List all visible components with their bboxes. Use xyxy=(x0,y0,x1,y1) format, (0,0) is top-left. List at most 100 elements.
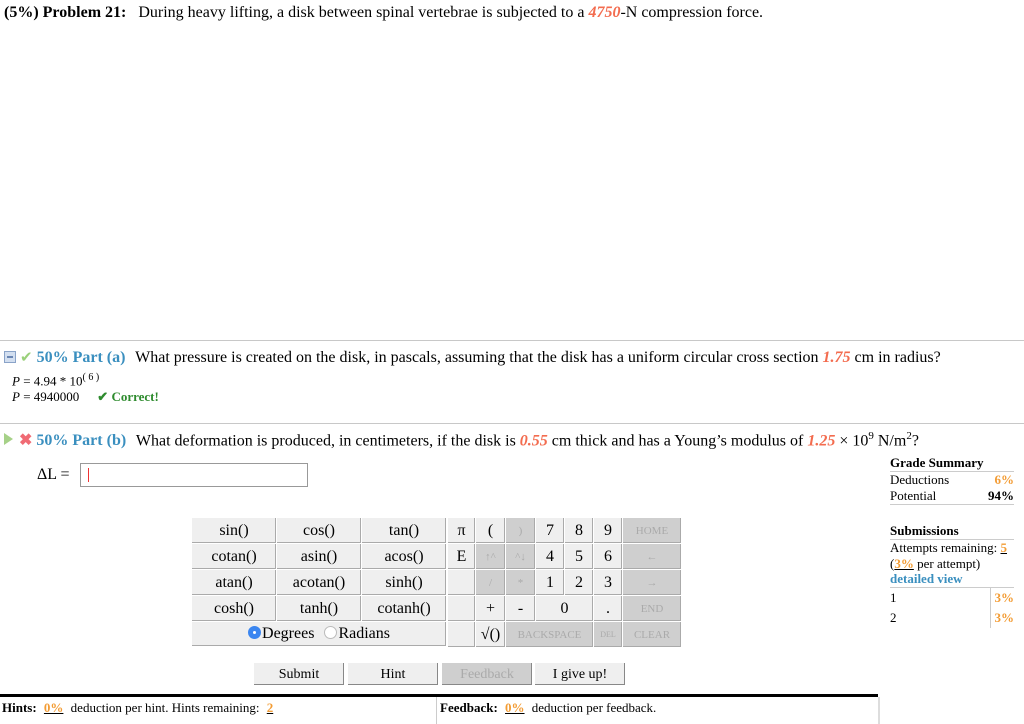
number-keypad: π ( ) 7 8 9 HOME E ↑^ ^↓ 4 5 6 ← / * 1 2… xyxy=(447,517,682,648)
key-6[interactable]: 6 xyxy=(593,543,623,570)
collapse-icon[interactable] xyxy=(4,351,16,363)
key-down[interactable]: ^↓ xyxy=(505,543,536,570)
part-b-unit: × 10 xyxy=(835,432,869,450)
answer-input[interactable] xyxy=(80,463,308,487)
degrees-label[interactable]: Degrees xyxy=(262,625,314,642)
key-plus[interactable]: + xyxy=(475,595,506,622)
answer-exponent: ( 6 ) xyxy=(82,372,100,383)
key-up[interactable]: ↑^ xyxy=(475,543,506,570)
key-backspace[interactable]: BACKSPACE xyxy=(505,621,594,648)
attempts-remaining: Attempts remaining: 5 xyxy=(890,540,1014,556)
hint-button[interactable]: Hint xyxy=(347,662,439,686)
key-dot[interactable]: . xyxy=(593,595,623,622)
part-b-unit2: N/m xyxy=(873,432,907,450)
key-minus[interactable]: - xyxy=(505,595,536,622)
feedback-percent: 0% xyxy=(505,700,525,715)
radius-value: 1.75 xyxy=(822,349,851,366)
part-a-header: ✔ 50% Part (a) What pressure is created o… xyxy=(4,348,941,367)
key-cos[interactable]: cos() xyxy=(276,517,362,544)
cross-icon: ✖ xyxy=(19,432,33,450)
detailed-view-link[interactable]: detailed view xyxy=(890,571,1014,588)
submit-button[interactable]: Submit xyxy=(253,662,345,686)
feedback-button[interactable]: Feedback xyxy=(441,662,533,686)
feedback-info: Feedback: 0% deduction per feedback. xyxy=(440,700,656,716)
delta-l-label: ΔL = xyxy=(37,466,70,483)
part-b-label: 50% Part (b) xyxy=(36,432,127,450)
key-del[interactable]: DEL xyxy=(593,621,623,648)
key-rparen[interactable]: ) xyxy=(505,517,536,544)
per-attempt-label: per attempt) xyxy=(913,556,981,571)
per-attempt: (3% per attempt) xyxy=(890,556,1014,571)
key-acotan[interactable]: acotan() xyxy=(276,569,362,596)
expand-icon[interactable] xyxy=(4,433,13,446)
hints-label: Hints: xyxy=(2,700,37,715)
divider xyxy=(0,423,1024,424)
key-9[interactable]: 9 xyxy=(593,517,623,544)
problem-statement: (5%) Problem 21: During heavy lifting, a… xyxy=(4,4,763,22)
answer-variable: P xyxy=(12,389,20,404)
problem-title: Problem 21: xyxy=(42,4,127,21)
part-b-header: ✖ 50% Part (b) What deformation is produc… xyxy=(4,430,919,450)
submission-deduction: 3% xyxy=(989,608,1014,628)
grade-summary-title: Grade Summary xyxy=(890,455,984,470)
key-left-arrow[interactable]: ← xyxy=(622,543,682,570)
key-pi[interactable]: π xyxy=(447,517,476,544)
key-lparen[interactable]: ( xyxy=(475,517,506,544)
submission-row: 2 3% xyxy=(890,608,1014,628)
key-7[interactable]: 7 xyxy=(535,517,565,544)
submissions-title: Submissions xyxy=(890,523,1014,540)
part-a-answer-expression: P = 4.94 * 10( 6 ) xyxy=(12,372,99,389)
key-cotan[interactable]: cotan() xyxy=(191,543,277,570)
key-cotanh[interactable]: cotanh() xyxy=(361,595,447,622)
key-cosh[interactable]: cosh() xyxy=(191,595,277,622)
key-multiply[interactable]: * xyxy=(505,569,536,596)
function-keypad: sin() cos() tan() cotan() asin() acos() … xyxy=(191,517,447,647)
grade-summary-panel: Grade Summary Deductions 6% Potential 94… xyxy=(890,455,1014,628)
key-tan[interactable]: tan() xyxy=(361,517,447,544)
key-0[interactable]: 0 xyxy=(535,595,594,622)
hints-text: deduction per hint. Hints remaining: xyxy=(70,700,260,715)
key-4[interactable]: 4 xyxy=(535,543,565,570)
modulus-value: 1.25 xyxy=(807,432,836,450)
part-a-answer-numeric: P = 4940000 ✔ Correct! xyxy=(12,389,159,405)
part-a-label: 50% Part (a) xyxy=(36,349,126,366)
feedback-text: deduction per feedback. xyxy=(531,700,657,715)
text-caret xyxy=(88,468,89,482)
potential-label: Potential xyxy=(890,488,937,503)
radians-label[interactable]: Radians xyxy=(338,625,390,642)
answer-expression: = 4.94 * 10 xyxy=(19,373,83,389)
key-asin[interactable]: asin() xyxy=(276,543,362,570)
key-home[interactable]: HOME xyxy=(622,517,682,544)
deductions-value: 6% xyxy=(994,472,1015,487)
key-sinh[interactable]: sinh() xyxy=(361,569,447,596)
key-5[interactable]: 5 xyxy=(564,543,594,570)
key-end[interactable]: END xyxy=(622,595,682,622)
key-e[interactable]: E xyxy=(447,543,476,570)
key-clear[interactable]: CLEAR xyxy=(622,621,682,648)
part-b-question-mid: cm thick and has a Young’s modulus of xyxy=(547,432,808,450)
key-1[interactable]: 1 xyxy=(535,569,565,596)
potential-row: Potential 94% xyxy=(890,488,1014,505)
key-divide[interactable]: / xyxy=(475,569,506,596)
key-sin[interactable]: sin() xyxy=(191,517,277,544)
key-tanh[interactable]: tanh() xyxy=(276,595,362,622)
thickness-value: 0.55 xyxy=(519,432,548,450)
hints-percent: 0% xyxy=(43,700,64,715)
key-3[interactable]: 3 xyxy=(593,569,623,596)
potential-value: 94% xyxy=(988,488,1014,503)
give-up-button[interactable]: I give up! xyxy=(534,662,626,686)
key-acos[interactable]: acos() xyxy=(361,543,447,570)
degrees-radio[interactable] xyxy=(248,626,262,639)
hints-remaining: 2 xyxy=(266,700,274,715)
angle-mode: Degrees Radians xyxy=(191,621,447,647)
answer-variable: P xyxy=(12,373,20,389)
footer-separator xyxy=(436,697,437,724)
attempts-label: Attempts remaining: xyxy=(890,540,998,555)
key-sqrt[interactable]: √() xyxy=(475,621,506,648)
radians-radio[interactable] xyxy=(324,626,338,639)
correct-status: ✔ Correct! xyxy=(97,389,159,404)
key-2[interactable]: 2 xyxy=(564,569,594,596)
key-right-arrow[interactable]: → xyxy=(622,569,682,596)
key-atan[interactable]: atan() xyxy=(191,569,277,596)
key-8[interactable]: 8 xyxy=(564,517,594,544)
